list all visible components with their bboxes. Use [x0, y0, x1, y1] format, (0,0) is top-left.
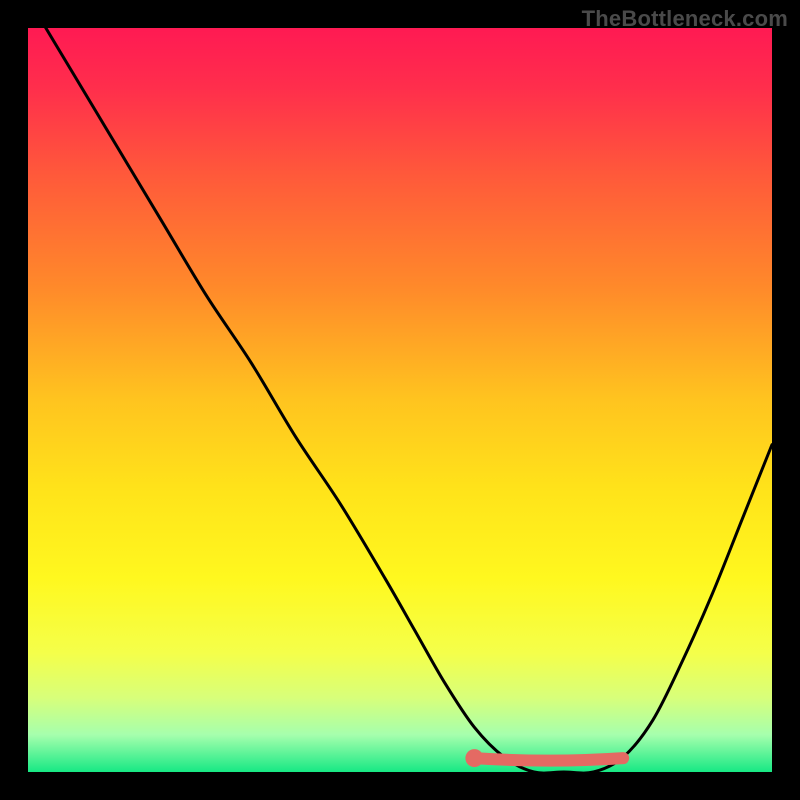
chart-frame: TheBottleneck.com: [0, 0, 800, 800]
optimal-point-marker: [465, 749, 483, 767]
watermark-text: TheBottleneck.com: [582, 6, 788, 32]
chart-svg: [28, 28, 772, 772]
optimal-range-highlight: [474, 758, 623, 761]
plot-area: [28, 28, 772, 772]
